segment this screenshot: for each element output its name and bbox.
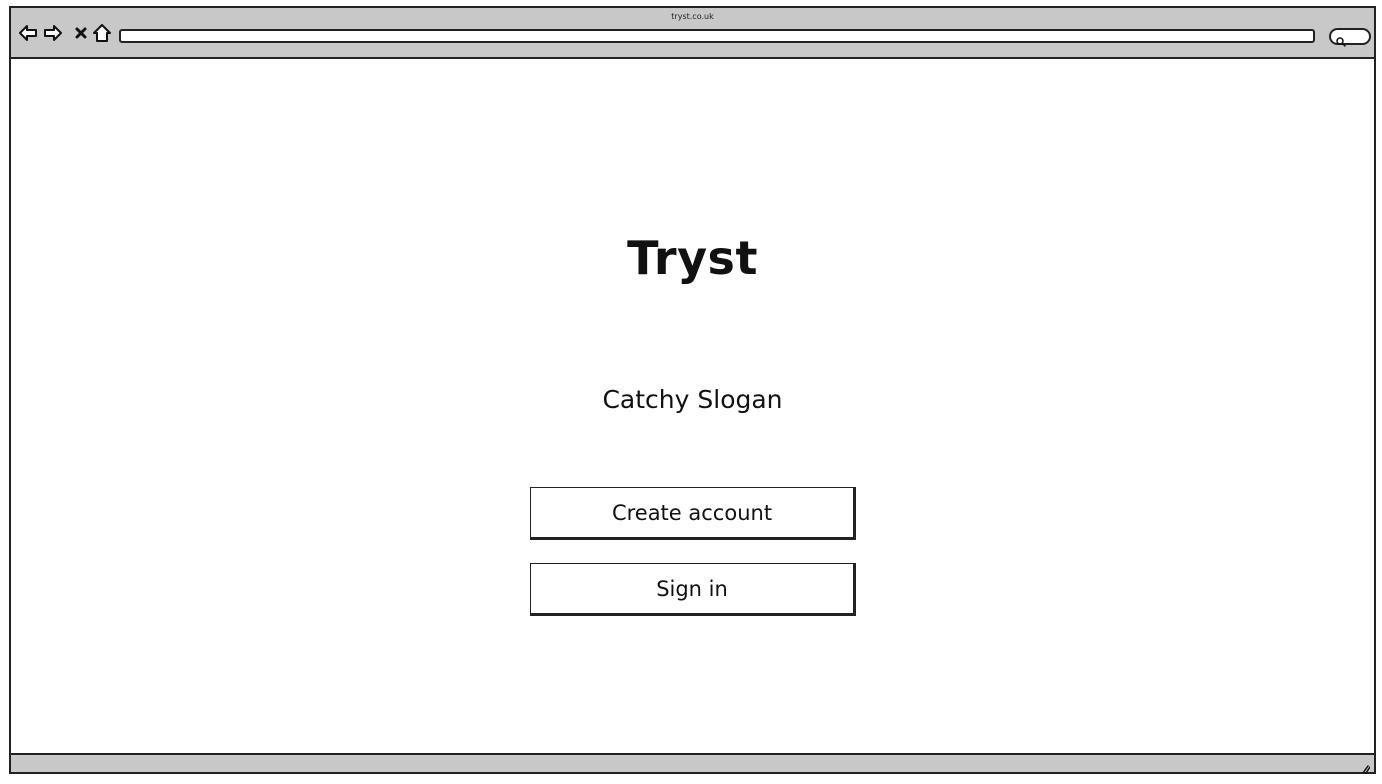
address-bar-input[interactable] — [119, 29, 1315, 43]
status-bar — [11, 753, 1374, 774]
close-icon[interactable] — [70, 22, 92, 44]
window-title: tryst.co.uk — [671, 12, 714, 21]
resize-grip-icon[interactable] — [1358, 759, 1371, 774]
create-account-button[interactable]: Create account — [530, 487, 856, 540]
forward-arrow-icon[interactable] — [42, 22, 64, 44]
search-icon — [1336, 32, 1346, 51]
back-arrow-icon[interactable] — [17, 22, 39, 44]
home-icon[interactable] — [91, 22, 113, 44]
browser-window: tryst.co.uk Tryst Catchy Slogan Create a… — [9, 6, 1376, 774]
page-content: Tryst Catchy Slogan Create account Sign … — [11, 59, 1374, 753]
sign-in-button[interactable]: Sign in — [530, 563, 856, 616]
app-title: Tryst — [627, 231, 758, 285]
search-button[interactable] — [1329, 28, 1371, 47]
slogan: Catchy Slogan — [602, 385, 783, 414]
browser-toolbar: tryst.co.uk — [11, 8, 1374, 59]
